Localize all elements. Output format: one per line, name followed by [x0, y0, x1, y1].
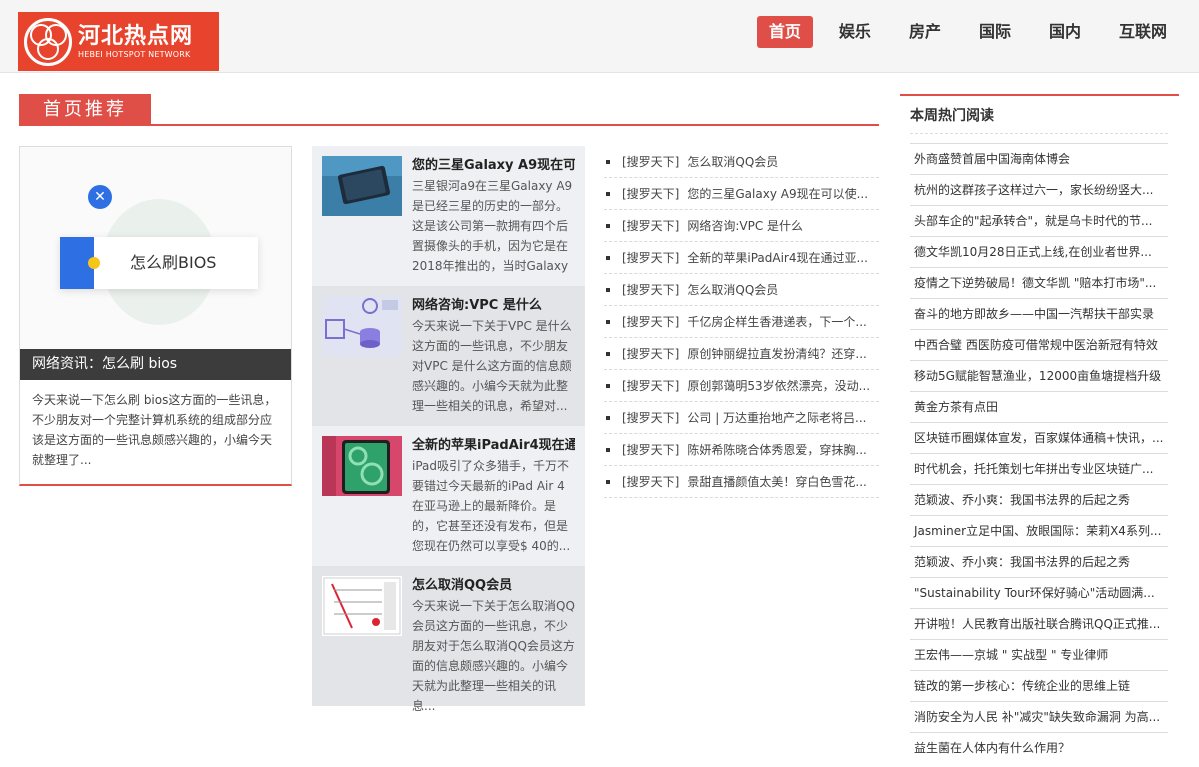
bullet-icon [606, 159, 610, 164]
nav-entertainment[interactable]: 娱乐 [827, 16, 883, 48]
logo-subtitle: HEBEI HOTSPOT NETWORK [78, 49, 191, 59]
featured-image[interactable]: ✕ 怎么刷BIOS [20, 147, 291, 349]
nav-realestate[interactable]: 房产 [897, 16, 953, 48]
nav-internet[interactable]: 互联网 [1107, 16, 1179, 48]
sidebar-item[interactable]: 杭州的这群孩子这样过六一，家长纷纷竖大... [910, 174, 1168, 205]
sidebar-item[interactable]: 时代机会，托托策划七年拼出专业区块链广... [910, 453, 1168, 484]
article-excerpt: 三星银河a9在三星Galaxy A9是已经三星的历史的一部分。这是该公司第一款拥… [412, 179, 573, 293]
article-excerpt: iPad吸引了众多猎手，千万不要错过今天最新的iPad Air 4在亚马逊上的最… [412, 459, 571, 553]
article-item[interactable]: 全新的苹果iPadAir4现在通 iPad吸引了众多猎手，千万不要错过今天最新的… [312, 426, 585, 566]
list-item[interactable]: [搜罗天下] 网络咨询:VPC 是什么 [604, 210, 879, 242]
sidebar-item[interactable]: 外商盛赞首届中国海南体博会 [910, 143, 1168, 174]
sidebar-item[interactable]: 德文华凯10月28日正式上线,在创业者世界... [910, 236, 1168, 267]
logo-title: 河北热点网 [78, 23, 194, 49]
list-item[interactable]: [搜罗天下] 公司 | 万达重抬地产之际老将吕... [604, 402, 879, 434]
list-item[interactable]: [搜罗天下] 原创钟丽缇拉直发扮清纯？还穿... [604, 338, 879, 370]
featured-description: 今天来说一下怎么刷 bios这方面的一些讯息，不少朋友对一个完整计算机系统的组成… [32, 393, 277, 467]
sidebar-item[interactable]: 黄金方茶有点田 [910, 391, 1168, 422]
bullet-icon [606, 383, 610, 388]
nav-international[interactable]: 国际 [967, 16, 1023, 48]
bullet-icon [606, 287, 610, 292]
nav-home[interactable]: 首页 [756, 16, 813, 48]
article-title[interactable]: 怎么取消QQ会员 [412, 576, 575, 596]
sidebar-item[interactable]: Jasminer立足中国、放眼国际：茉莉X4系列... [910, 515, 1168, 546]
article-thumb-phone[interactable] [322, 156, 402, 216]
bullet-icon [606, 447, 610, 452]
sidebar-item[interactable]: 疫情之下逆势破局！德文华凯 "赔本打市场"... [910, 267, 1168, 298]
list-item[interactable]: [搜罗天下] 怎么取消QQ会员 [604, 274, 879, 306]
nav-domestic[interactable]: 国内 [1037, 16, 1093, 48]
sidebar-hot-reads: 本周热门阅读 外商盛赞首届中国海南体博会 杭州的这群孩子这样过六一，家长纷纷竖大… [900, 94, 1179, 767]
article-excerpt: 今天来说一下关于VPC 是什么这方面的一些讯息，不少朋友对VPC 是什么这方面的… [412, 319, 572, 413]
section-header: 首页推荐 [19, 94, 879, 126]
featured-caption[interactable]: 网络资讯：怎么刷 bios [20, 349, 291, 380]
sidebar-item[interactable]: 奋斗的地方即故乡——中国一汽帮扶干部实录 [910, 298, 1168, 329]
article-item[interactable]: 您的三星Galaxy A9现在可 三星银河a9在三星Galaxy A9是已经三星… [312, 146, 585, 293]
section-title: 首页推荐 [19, 94, 151, 125]
sidebar-item[interactable]: 头部车企的"起承转合"，就是乌卡时代的节... [910, 205, 1168, 236]
sidebar-item[interactable]: 范颖波、乔小爽：我国书法界的后起之秀 [910, 484, 1168, 515]
bullet-icon [606, 255, 610, 260]
article-thumb-vpc[interactable] [322, 296, 402, 356]
site-header: 河北热点网 HEBEI HOTSPOT NETWORK 首页 娱乐 房产 国际 … [0, 0, 1199, 73]
list-item[interactable]: [搜罗天下] 原创郭蔼明53岁依然漂亮，没动... [604, 370, 879, 402]
sidebar-item[interactable]: 区块链币圈媒体宣发，百家媒体通稿+快讯，... [910, 422, 1168, 453]
bullet-icon [606, 319, 610, 324]
sidebar-item[interactable]: 王宏伟——京城 " 实战型 " 专业律师 [910, 639, 1168, 670]
sidebar-item[interactable]: 消防安全为人民 补"减灾"缺失致命漏洞 为高... [910, 701, 1168, 732]
list-item[interactable]: [搜罗天下] 千亿房企样生香港递表，下一个... [604, 306, 879, 338]
bullet-icon [606, 479, 610, 484]
article-title[interactable]: 全新的苹果iPadAir4现在通 [412, 436, 575, 456]
article-item[interactable]: 怎么取消QQ会员 今天来说一下关于怎么取消QQ会员这方面的一些讯息，不少朋友对于… [312, 566, 585, 713]
sidebar-item[interactable]: 移动5G赋能智慧渔业，12000亩鱼塘提档升级 [910, 360, 1168, 391]
sidebar-item[interactable]: 链改的第一步核心：传统企业的思维上链 [910, 670, 1168, 701]
sidebar-item[interactable]: 范颖波、乔小爽：我国书法界的后起之秀 [910, 546, 1168, 577]
article-excerpt: 今天来说一下关于怎么取消QQ会员这方面的一些讯息，不少朋友对于怎么取消QQ会员这… [412, 599, 575, 713]
featured-card[interactable]: ✕ 怎么刷BIOS 网络资讯：怎么刷 bios 今天来说一下怎么刷 bios这方… [19, 146, 292, 486]
close-x-icon: ✕ [88, 185, 112, 209]
sidebar-item[interactable]: 中西合璧 西医防疫可借常规中医治新冠有特效 [910, 329, 1168, 360]
headline-list: [搜罗天下] 怎么取消QQ会员 [搜罗天下] 您的三星Galaxy A9现在可以使.… [604, 146, 879, 498]
sidebar-title: 本周热门阅读 [910, 104, 1168, 134]
list-item[interactable]: [搜罗天下] 陈妍希陈晓合体秀恩爱，穿抹胸... [604, 434, 879, 466]
article-list: 您的三星Galaxy A9现在可 三星银河a9在三星Galaxy A9是已经三星… [312, 146, 585, 746]
main-nav: 首页 娱乐 房产 国际 国内 互联网 [749, 16, 1179, 48]
article-thumb-ipad[interactable] [322, 436, 402, 496]
logo-mark-icon [24, 17, 72, 66]
featured-image-text: 怎么刷BIOS [130, 253, 217, 272]
article-title[interactable]: 网络咨询:VPC 是什么 [412, 296, 575, 316]
sidebar-list: 外商盛赞首届中国海南体博会 杭州的这群孩子这样过六一，家长纷纷竖大... 头部车… [910, 143, 1168, 763]
bullet-icon [606, 223, 610, 228]
sidebar-item[interactable]: "Sustainability Tour环保好骑心"活动圆满... [910, 577, 1168, 608]
list-item[interactable]: [搜罗天下] 您的三星Galaxy A9现在可以使... [604, 178, 879, 210]
site-logo[interactable]: 河北热点网 HEBEI HOTSPOT NETWORK [18, 12, 219, 71]
bullet-icon [606, 351, 610, 356]
list-item[interactable]: [搜罗天下] 景甜直播颜值太美！穿白色雪花... [604, 466, 879, 498]
article-thumb-qq[interactable] [322, 576, 402, 636]
list-item[interactable]: [搜罗天下] 怎么取消QQ会员 [604, 146, 879, 178]
bullet-icon [606, 415, 610, 420]
sidebar-item[interactable]: 益生菌在人体内有什么作用？ [910, 732, 1168, 763]
article-title[interactable]: 您的三星Galaxy A9现在可 [412, 156, 575, 176]
sidebar-item[interactable]: 开讲啦！人民教育出版社联合腾讯QQ正式推... [910, 608, 1168, 639]
bullet-icon [606, 191, 610, 196]
article-item[interactable]: 网络咨询:VPC 是什么 今天来说一下关于VPC 是什么这方面的一些讯息，不少朋… [312, 286, 585, 426]
list-item[interactable]: [搜罗天下] 全新的苹果iPadAir4现在通过亚... [604, 242, 879, 274]
